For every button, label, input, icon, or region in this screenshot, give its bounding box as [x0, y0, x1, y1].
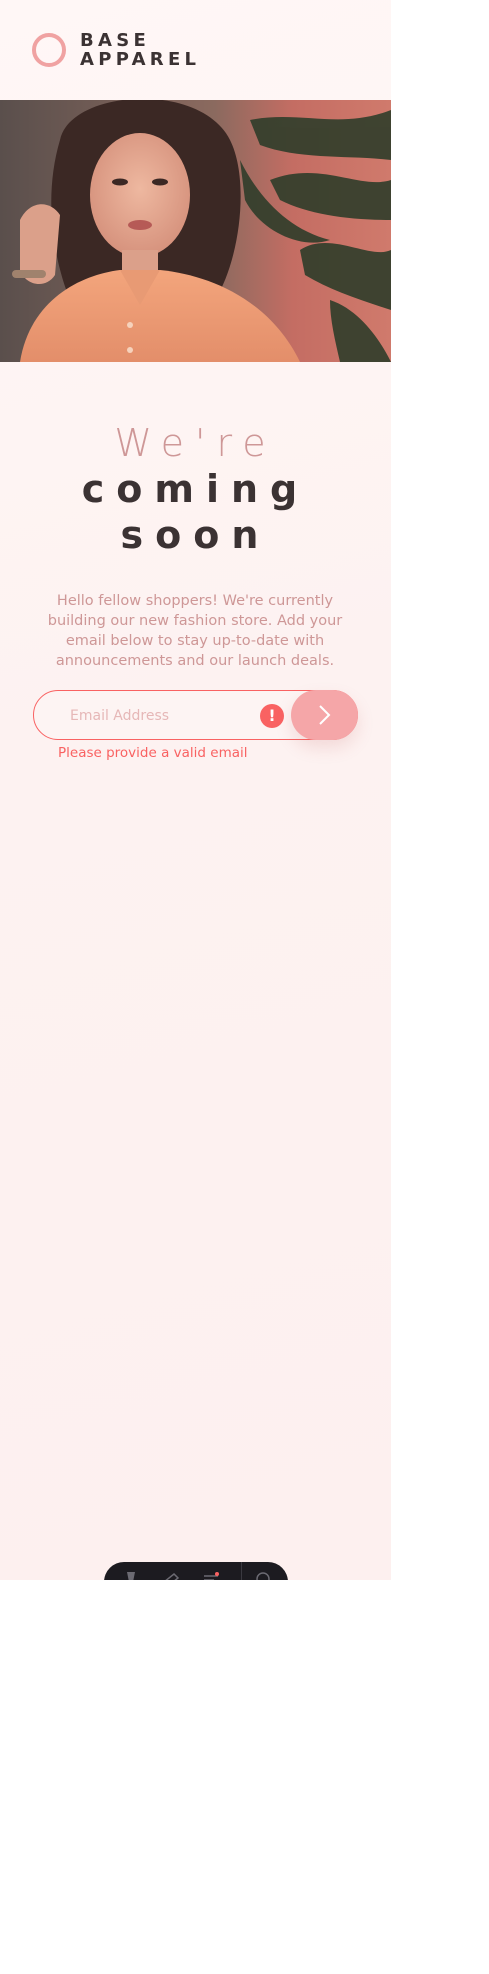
hero-photo-illustration	[0, 100, 391, 362]
email-input[interactable]	[68, 703, 252, 729]
error-icon: !	[260, 704, 284, 728]
subscribe-form: !	[33, 690, 358, 740]
site-header: BASE APPAREL	[32, 30, 200, 70]
chevron-right-icon	[318, 705, 330, 725]
headline-bold-line2: soon	[120, 513, 271, 557]
ruler-icon[interactable]	[162, 1570, 180, 1580]
layers-icon[interactable]	[202, 1570, 220, 1580]
logo-ring-icon	[32, 33, 66, 67]
hero-image	[0, 100, 391, 362]
brand-name-line1: BASE	[80, 30, 151, 51]
page-viewport: BASE APPAREL We're coming soon Hello fel…	[0, 0, 391, 1580]
brand-name-line2: APPAREL	[80, 49, 201, 70]
submit-button[interactable]	[291, 690, 358, 740]
inspect-icon[interactable]	[122, 1570, 140, 1580]
headline-light: We're	[114, 421, 277, 465]
error-message: Please provide a valid email	[58, 745, 248, 761]
headline-bold-line1: coming	[81, 467, 310, 511]
intro-description: Hello fellow shoppers! We're currently b…	[47, 592, 343, 669]
toolbar-divider	[241, 1562, 242, 1580]
headline: We're coming soon	[0, 420, 391, 558]
bottom-toolbar	[104, 1562, 288, 1580]
settings-icon[interactable]	[254, 1570, 272, 1580]
brand-logo-text[interactable]: BASE APPAREL	[80, 31, 200, 69]
